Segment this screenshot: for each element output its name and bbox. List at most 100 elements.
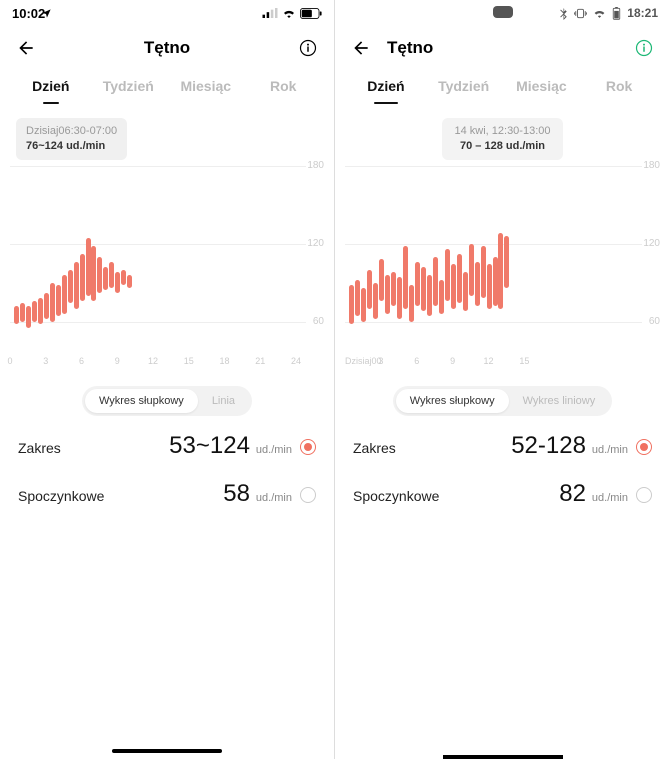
chart-bar (97, 257, 102, 293)
chart-bar (38, 298, 43, 324)
chart-bar (439, 280, 444, 314)
stat-rest-label: Spoczynkowe (353, 488, 439, 504)
chart-bar (493, 257, 498, 306)
toggle-bar[interactable]: Wykres słupkowy (85, 389, 198, 413)
info-button[interactable] (296, 36, 320, 60)
home-indicator (112, 749, 222, 753)
radio-range[interactable] (636, 439, 652, 455)
stat-rest-label: Spoczynkowe (18, 488, 104, 504)
tooltip-time: Dzisiaj06:30-07:00 (26, 124, 117, 139)
radio-range[interactable] (300, 439, 316, 455)
tooltip-time: 14 kwi, 12:30-13:00 (454, 124, 550, 139)
chart-tooltip: Dzisiaj06:30-07:00 76~124 ud./min (16, 118, 127, 160)
chart-bar (397, 277, 402, 319)
stat-rest-unit: ud./min (592, 492, 628, 504)
chart-bar (475, 262, 480, 306)
toggle-bar[interactable]: Wykres słupkowy (396, 389, 509, 413)
heart-rate-chart[interactable]: 6012018003691215182124 (10, 166, 324, 376)
bluetooth-icon (559, 7, 568, 20)
status-time: 10:02 (12, 6, 45, 21)
chart-type-toggle: Wykres słupkowy Wykres liniowy (393, 386, 613, 416)
chart-bar (86, 238, 91, 295)
chart-bar (433, 257, 438, 306)
chart-bar (451, 264, 456, 308)
chart-bar (74, 262, 79, 309)
stat-rest-row[interactable]: Spoczynkowe 58 ud./min (0, 464, 334, 512)
chart-bar (487, 264, 492, 308)
back-button[interactable] (349, 36, 373, 60)
camera-cutout (493, 6, 513, 18)
stat-range-unit: ud./min (256, 444, 292, 456)
stat-range-row[interactable]: Zakres 52-128 ud./min (335, 416, 670, 464)
chart-bar (415, 262, 420, 306)
page-title: Tętno (387, 38, 632, 58)
chart-bar (103, 267, 108, 290)
heart-rate-chart[interactable]: 60120180Dzisiaj003691215 (345, 166, 660, 376)
chart-bar (68, 270, 73, 304)
chart-type-toggle: Wykres słupkowy Linia (82, 386, 252, 416)
radio-rest[interactable] (300, 487, 316, 503)
chart-bar (403, 246, 408, 308)
chart-bar (427, 275, 432, 317)
tab-year[interactable]: Rok (580, 72, 658, 100)
chart-bar (56, 285, 61, 316)
chart-bar (91, 246, 96, 301)
toggle-line[interactable]: Linia (198, 389, 249, 413)
screen-ios: 10:02 Tętno (0, 0, 335, 759)
chart-bar (367, 270, 372, 309)
chart-bar (109, 262, 114, 288)
stat-range-label: Zakres (353, 440, 396, 456)
wifi-icon (282, 8, 296, 18)
radio-rest[interactable] (636, 487, 652, 503)
tab-month[interactable]: Miesiąc (167, 72, 245, 100)
chart-bar (121, 270, 126, 286)
toggle-line[interactable]: Wykres liniowy (509, 389, 610, 413)
stat-rest-row[interactable]: Spoczynkowe 82 ud./min (335, 464, 670, 512)
tooltip-value: 70 – 128 ud./min (454, 139, 550, 154)
tab-month[interactable]: Miesiąc (503, 72, 581, 100)
chart-bar (409, 285, 414, 321)
tab-year[interactable]: Rok (245, 72, 323, 100)
chart-bar (32, 301, 37, 322)
chart-bar (463, 272, 468, 311)
chart-bar (469, 244, 474, 296)
chart-bar (20, 303, 25, 321)
app-header: Tętno (335, 26, 670, 64)
stat-rest-value: 82 (559, 480, 586, 508)
chart-bar (349, 285, 354, 324)
chart-bar (26, 306, 31, 328)
chart-bar (504, 236, 509, 288)
tab-week[interactable]: Tydzień (90, 72, 168, 100)
stat-range-value: 53~124 (169, 432, 250, 460)
battery-icon (300, 8, 322, 19)
stat-range-value: 52-128 (511, 432, 586, 460)
app-header: Tętno (0, 26, 334, 64)
stat-range-unit: ud./min (592, 444, 628, 456)
chart-bar (391, 272, 396, 306)
stat-rest-unit: ud./min (256, 492, 292, 504)
stat-range-row[interactable]: Zakres 53~124 ud./min (0, 416, 334, 464)
home-indicator (443, 755, 563, 759)
chart-tooltip: 14 kwi, 12:30-13:00 70 – 128 ud./min (442, 118, 562, 160)
tab-day[interactable]: Dzień (12, 72, 90, 100)
battery-icon (612, 7, 621, 20)
chart-bar (421, 267, 426, 311)
chart-bar (62, 275, 67, 314)
chart-bar (44, 293, 49, 319)
chart-bar (361, 288, 366, 322)
stat-range-label: Zakres (18, 440, 61, 456)
back-button[interactable] (14, 36, 38, 60)
signal-icon (262, 8, 278, 18)
chart-bar (457, 254, 462, 303)
chart-bar (385, 275, 390, 314)
tooltip-value: 76~124 ud./min (26, 139, 117, 154)
chart-bar (355, 280, 360, 316)
screen-android: 18:21 Tętno Dzień Tydzień Miesiąc Rok 14… (335, 0, 670, 759)
tab-week[interactable]: Tydzień (425, 72, 503, 100)
status-time: 18:21 (627, 6, 658, 20)
tab-day[interactable]: Dzień (347, 72, 425, 100)
chart-bar (127, 275, 132, 288)
info-button[interactable] (632, 36, 656, 60)
chart-bar (379, 259, 384, 301)
chart-bar (115, 272, 120, 293)
